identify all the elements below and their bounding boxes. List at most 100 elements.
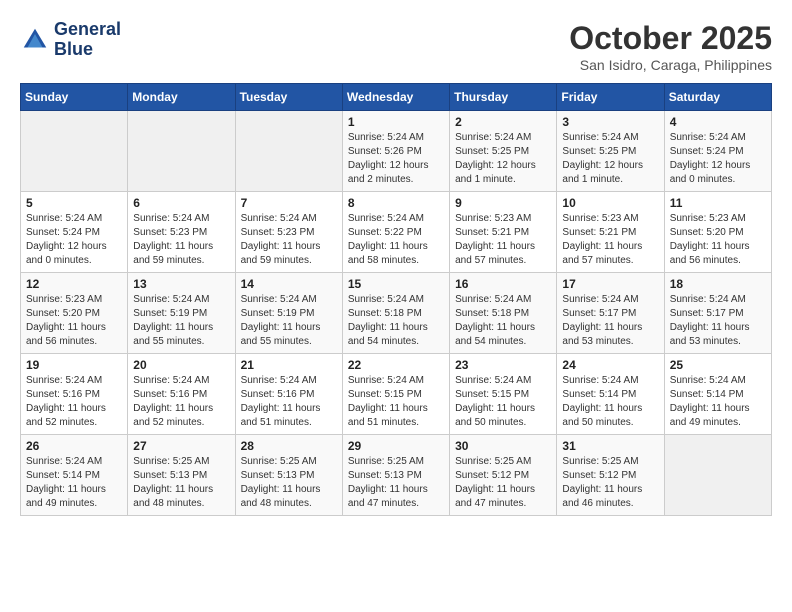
- calendar-cell: 10 Sunrise: 5:23 AM Sunset: 5:21 PM Dayli…: [557, 192, 664, 273]
- calendar-cell: 6Sunrise: 5:24 AM Sunset: 5:23 PM Daylig…: [128, 192, 235, 273]
- calendar-cell: 12 Sunrise: 5:23 AM Sunset: 5:20 PM Dayli…: [21, 273, 128, 354]
- day-number: 6: [133, 196, 229, 210]
- day-info: Sunrise: 5:24 AM Sunset: 5:17 PM Dayligh…: [670, 293, 766, 349]
- day-info: Sunrise: 5:25 AM Sunset: 5:13 PM Dayligh…: [133, 455, 229, 511]
- day-number: 28: [241, 439, 337, 453]
- calendar-cell: 15 Sunrise: 5:24 AM Sunset: 5:18 PM Dayli…: [342, 273, 449, 354]
- day-info: Sunrise: 5:24 AM Sunset: 5:19 PM Dayligh…: [133, 293, 229, 349]
- day-info: Sunrise: 5:24 AM Sunset: 5:18 PM Dayligh…: [348, 293, 444, 349]
- day-number: 19: [26, 358, 122, 372]
- day-number: 2: [455, 115, 551, 129]
- calendar-cell: 18 Sunrise: 5:24 AM Sunset: 5:17 PM Dayli…: [664, 273, 771, 354]
- day-info: Sunrise: 5:23 AM Sunset: 5:20 PM Dayligh…: [26, 293, 122, 349]
- calendar-cell: 31 Sunrise: 5:25 AM Sunset: 5:12 PM Dayli…: [557, 435, 664, 516]
- calendar-cell: [128, 111, 235, 192]
- weekday-header-cell: Tuesday: [235, 84, 342, 111]
- calendar-cell: 16Sunrise: 5:24 AM Sunset: 5:18 PM Dayli…: [450, 273, 557, 354]
- calendar-body: 1 Sunrise: 5:24 AM Sunset: 5:26 PM Daylig…: [21, 111, 772, 516]
- calendar-cell: 1 Sunrise: 5:24 AM Sunset: 5:26 PM Daylig…: [342, 111, 449, 192]
- day-number: 31: [562, 439, 658, 453]
- day-info: Sunrise: 5:24 AM Sunset: 5:23 PM Dayligh…: [241, 212, 337, 268]
- calendar-table: SundayMondayTuesdayWednesdayThursdayFrid…: [20, 83, 772, 516]
- calendar-cell: 19 Sunrise: 5:24 AM Sunset: 5:16 PM Dayli…: [21, 354, 128, 435]
- day-number: 20: [133, 358, 229, 372]
- day-number: 17: [562, 277, 658, 291]
- day-number: 9: [455, 196, 551, 210]
- day-info: Sunrise: 5:25 AM Sunset: 5:12 PM Dayligh…: [455, 455, 551, 511]
- weekday-header-cell: Wednesday: [342, 84, 449, 111]
- day-number: 18: [670, 277, 766, 291]
- day-number: 14: [241, 277, 337, 291]
- day-number: 30: [455, 439, 551, 453]
- day-info: Sunrise: 5:24 AM Sunset: 5:14 PM Dayligh…: [670, 374, 766, 430]
- day-info: Sunrise: 5:24 AM Sunset: 5:14 PM Dayligh…: [562, 374, 658, 430]
- weekday-header-cell: Monday: [128, 84, 235, 111]
- day-number: 23: [455, 358, 551, 372]
- day-info: Sunrise: 5:24 AM Sunset: 5:15 PM Dayligh…: [455, 374, 551, 430]
- day-info: Sunrise: 5:24 AM Sunset: 5:24 PM Dayligh…: [670, 131, 766, 187]
- day-number: 1: [348, 115, 444, 129]
- day-number: 10: [562, 196, 658, 210]
- day-info: Sunrise: 5:24 AM Sunset: 5:19 PM Dayligh…: [241, 293, 337, 349]
- calendar-cell: 30 Sunrise: 5:25 AM Sunset: 5:12 PM Dayli…: [450, 435, 557, 516]
- page-header: General Blue October 2025 San Isidro, Ca…: [20, 20, 772, 73]
- calendar-cell: 21 Sunrise: 5:24 AM Sunset: 5:16 PM Dayli…: [235, 354, 342, 435]
- calendar-cell: 17 Sunrise: 5:24 AM Sunset: 5:17 PM Dayli…: [557, 273, 664, 354]
- weekday-header-cell: Thursday: [450, 84, 557, 111]
- calendar-cell: 27Sunrise: 5:25 AM Sunset: 5:13 PM Dayli…: [128, 435, 235, 516]
- calendar-cell: 2Sunrise: 5:24 AM Sunset: 5:25 PM Daylig…: [450, 111, 557, 192]
- day-info: Sunrise: 5:23 AM Sunset: 5:21 PM Dayligh…: [455, 212, 551, 268]
- day-number: 4: [670, 115, 766, 129]
- day-info: Sunrise: 5:24 AM Sunset: 5:26 PM Dayligh…: [348, 131, 444, 187]
- calendar-cell: [664, 435, 771, 516]
- day-info: Sunrise: 5:24 AM Sunset: 5:14 PM Dayligh…: [26, 455, 122, 511]
- day-info: Sunrise: 5:24 AM Sunset: 5:16 PM Dayligh…: [26, 374, 122, 430]
- day-number: 25: [670, 358, 766, 372]
- calendar-cell: 24 Sunrise: 5:24 AM Sunset: 5:14 PM Dayli…: [557, 354, 664, 435]
- calendar-cell: 8Sunrise: 5:24 AM Sunset: 5:22 PM Daylig…: [342, 192, 449, 273]
- day-info: Sunrise: 5:25 AM Sunset: 5:13 PM Dayligh…: [241, 455, 337, 511]
- day-info: Sunrise: 5:23 AM Sunset: 5:21 PM Dayligh…: [562, 212, 658, 268]
- day-info: Sunrise: 5:24 AM Sunset: 5:17 PM Dayligh…: [562, 293, 658, 349]
- calendar-cell: 26 Sunrise: 5:24 AM Sunset: 5:14 PM Dayli…: [21, 435, 128, 516]
- logo-text: General Blue: [54, 20, 121, 60]
- day-info: Sunrise: 5:25 AM Sunset: 5:13 PM Dayligh…: [348, 455, 444, 511]
- calendar-cell: 3Sunrise: 5:24 AM Sunset: 5:25 PM Daylig…: [557, 111, 664, 192]
- weekday-header-cell: Friday: [557, 84, 664, 111]
- day-number: 12: [26, 277, 122, 291]
- calendar-week-row: 1 Sunrise: 5:24 AM Sunset: 5:26 PM Daylig…: [21, 111, 772, 192]
- day-number: 5: [26, 196, 122, 210]
- calendar-cell: 9 Sunrise: 5:23 AM Sunset: 5:21 PM Daylig…: [450, 192, 557, 273]
- day-info: Sunrise: 5:24 AM Sunset: 5:24 PM Dayligh…: [26, 212, 122, 268]
- day-number: 26: [26, 439, 122, 453]
- day-number: 3: [562, 115, 658, 129]
- logo-line1: General: [54, 20, 121, 40]
- calendar-cell: 7Sunrise: 5:24 AM Sunset: 5:23 PM Daylig…: [235, 192, 342, 273]
- logo-icon: [20, 25, 50, 55]
- day-number: 15: [348, 277, 444, 291]
- calendar-cell: 28 Sunrise: 5:25 AM Sunset: 5:13 PM Dayli…: [235, 435, 342, 516]
- day-number: 11: [670, 196, 766, 210]
- day-info: Sunrise: 5:24 AM Sunset: 5:15 PM Dayligh…: [348, 374, 444, 430]
- calendar-cell: [21, 111, 128, 192]
- day-info: Sunrise: 5:23 AM Sunset: 5:20 PM Dayligh…: [670, 212, 766, 268]
- calendar-cell: 23 Sunrise: 5:24 AM Sunset: 5:15 PM Dayli…: [450, 354, 557, 435]
- day-info: Sunrise: 5:24 AM Sunset: 5:16 PM Dayligh…: [133, 374, 229, 430]
- title-block: October 2025 San Isidro, Caraga, Philipp…: [569, 20, 772, 73]
- day-info: Sunrise: 5:24 AM Sunset: 5:16 PM Dayligh…: [241, 374, 337, 430]
- calendar-cell: 4 Sunrise: 5:24 AM Sunset: 5:24 PM Daylig…: [664, 111, 771, 192]
- calendar-cell: 13 Sunrise: 5:24 AM Sunset: 5:19 PM Dayli…: [128, 273, 235, 354]
- calendar-cell: 22Sunrise: 5:24 AM Sunset: 5:15 PM Dayli…: [342, 354, 449, 435]
- calendar-cell: 5 Sunrise: 5:24 AM Sunset: 5:24 PM Daylig…: [21, 192, 128, 273]
- weekday-header-cell: Saturday: [664, 84, 771, 111]
- day-info: Sunrise: 5:25 AM Sunset: 5:12 PM Dayligh…: [562, 455, 658, 511]
- day-number: 13: [133, 277, 229, 291]
- calendar-cell: 25 Sunrise: 5:24 AM Sunset: 5:14 PM Dayli…: [664, 354, 771, 435]
- weekday-header-cell: Sunday: [21, 84, 128, 111]
- day-number: 24: [562, 358, 658, 372]
- day-number: 8: [348, 196, 444, 210]
- day-number: 16: [455, 277, 551, 291]
- day-number: 21: [241, 358, 337, 372]
- location: San Isidro, Caraga, Philippines: [569, 57, 772, 73]
- calendar-cell: 29Sunrise: 5:25 AM Sunset: 5:13 PM Dayli…: [342, 435, 449, 516]
